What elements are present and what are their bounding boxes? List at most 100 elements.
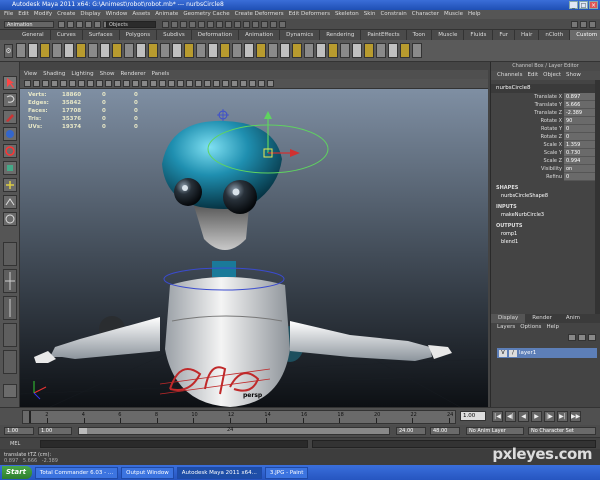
channel-box-scrollbar[interactable] xyxy=(595,80,600,314)
render-settings-icon[interactable] xyxy=(225,21,232,28)
panel-menu-lighting[interactable]: Lighting xyxy=(71,70,93,79)
menu-help[interactable]: Help xyxy=(468,10,481,19)
time-slider-track[interactable]: 2 4 6 8 10 12 14 16 18 20 22 24 xyxy=(22,410,456,424)
channel-attribute-row[interactable]: Translate Z -2.389 xyxy=(491,109,600,117)
channel-menu-object[interactable]: Object xyxy=(543,71,561,80)
shelf-button-icon[interactable] xyxy=(16,43,26,58)
inputs-node[interactable]: makeNurbCircle3 xyxy=(491,211,600,219)
character-set-select[interactable]: No Character Set xyxy=(528,427,596,435)
shelf-button-icon[interactable] xyxy=(340,43,350,58)
panel-toolbar-icon[interactable] xyxy=(42,80,49,87)
render-icon[interactable] xyxy=(207,21,214,28)
channel-attribute-value[interactable]: -2.389 xyxy=(564,109,598,117)
channel-menu-channels[interactable]: Channels xyxy=(497,71,522,80)
panel-toolbar-icon[interactable] xyxy=(177,80,184,87)
open-scene-icon[interactable] xyxy=(67,21,74,28)
snap-plane-icon[interactable] xyxy=(189,21,196,28)
go-to-start-icon[interactable]: |◀ xyxy=(492,411,503,422)
channel-menu-show[interactable]: Show xyxy=(566,71,581,80)
menu-display[interactable]: Display xyxy=(80,10,100,19)
manip-x-arrow[interactable] xyxy=(290,149,300,157)
shelf-tab-curves[interactable]: Curves xyxy=(51,30,83,40)
lasso-tool-icon[interactable] xyxy=(3,93,17,107)
panel-toolbar-icon[interactable] xyxy=(168,80,175,87)
shelf-tab-deformation[interactable]: Deformation xyxy=(192,30,240,40)
shelf-tab-muscle[interactable]: Muscle xyxy=(432,30,465,40)
layer-visibility-toggle[interactable]: V xyxy=(499,349,507,357)
channel-attribute-row[interactable]: Visibility on xyxy=(491,165,600,173)
command-language-label[interactable]: MEL xyxy=(10,441,20,447)
shelf-tab-dynamics[interactable]: Dynamics xyxy=(280,30,321,40)
range-grip[interactable] xyxy=(79,428,87,434)
select-object-icon[interactable] xyxy=(94,21,101,28)
panel-toolbar-icon[interactable] xyxy=(267,80,274,87)
shelf-button-icon[interactable] xyxy=(100,43,110,58)
shelf-tab-surfaces[interactable]: Surfaces xyxy=(83,30,120,40)
history-icon[interactable] xyxy=(198,21,205,28)
construction-history-icon[interactable] xyxy=(261,21,268,28)
shelf-button-icon[interactable] xyxy=(268,43,278,58)
snap-grid-icon[interactable] xyxy=(162,21,169,28)
layer-menu-options[interactable]: Options xyxy=(520,323,541,332)
panel-toolbar-icon[interactable] xyxy=(204,80,211,87)
layout-four-icon[interactable] xyxy=(3,269,17,293)
select-tool-icon[interactable] xyxy=(3,76,17,90)
move-tool-icon[interactable] xyxy=(3,127,17,141)
save-scene-icon[interactable] xyxy=(76,21,83,28)
panel-toolbar-icon[interactable] xyxy=(222,80,229,87)
layout-two-icon[interactable] xyxy=(3,296,17,320)
viewport-persp[interactable]: Verts: 18860 0 0 Edges: 35842 0 0 Faces: 17708 0 0 T… xyxy=(20,89,488,407)
menu-set-select[interactable]: Animation xyxy=(4,21,54,28)
playback-start-field[interactable]: 1.00 xyxy=(38,427,72,435)
panel-toolbar-icon[interactable] xyxy=(231,80,238,87)
taskbar-item[interactable]: 3.JPG - Paint xyxy=(264,466,309,479)
menu-character[interactable]: Character xyxy=(412,10,439,19)
outputs-node[interactable]: romp1 xyxy=(491,230,600,238)
panel-toolbar-icon[interactable] xyxy=(78,80,85,87)
ipr-render-icon[interactable] xyxy=(279,21,286,28)
rotate-tool-icon[interactable] xyxy=(3,144,17,158)
shelf-button-icon[interactable] xyxy=(172,43,182,58)
maximize-button[interactable]: □ xyxy=(579,1,588,9)
channel-attribute-value[interactable]: 0.730 xyxy=(564,149,598,157)
shelf-tab-polygons[interactable]: Polygons xyxy=(120,30,158,40)
panel-toolbar-icon[interactable] xyxy=(258,80,265,87)
menu-muscle[interactable]: Muscle xyxy=(444,10,463,19)
shelf-tab-hair[interactable]: Hair xyxy=(515,30,540,40)
layer-tab-anim[interactable]: Anim xyxy=(559,314,587,323)
shelf-button-icon[interactable] xyxy=(148,43,158,58)
attribute-editor-icon[interactable] xyxy=(571,21,578,28)
channel-box-icon[interactable] xyxy=(589,21,596,28)
shelf-button-icon[interactable] xyxy=(52,43,62,58)
layer-playback-toggle[interactable]: / xyxy=(509,349,517,357)
panel-toolbar-icon[interactable] xyxy=(141,80,148,87)
selection-mask-field[interactable]: Objects xyxy=(106,21,156,28)
channel-attribute-row[interactable]: Translate Y 5.666 xyxy=(491,101,600,109)
channel-attribute-value[interactable]: 0 xyxy=(564,133,598,141)
panel-toolbar-icon[interactable] xyxy=(60,80,67,87)
snap-curve-icon[interactable] xyxy=(171,21,178,28)
select-hierarchy-icon[interactable] xyxy=(85,21,92,28)
taskbar-item[interactable]: Output Window xyxy=(121,466,174,479)
shelf-tab-general[interactable]: General xyxy=(16,30,51,40)
panel-menu-view[interactable]: View xyxy=(24,70,37,79)
taskbar-item[interactable]: Total Commander 6.03 - ... xyxy=(34,466,119,479)
channel-attribute-value[interactable]: 0 xyxy=(564,125,598,133)
shelf-button-icon[interactable] xyxy=(88,43,98,58)
panel-toolbar-icon[interactable] xyxy=(150,80,157,87)
input-icon[interactable] xyxy=(243,21,250,28)
panel-toolbar-icon[interactable] xyxy=(51,80,58,87)
close-button[interactable]: × xyxy=(589,1,598,9)
layout-single-icon[interactable] xyxy=(3,242,17,266)
channel-attribute-row[interactable]: Scale X 1.359 xyxy=(491,141,600,149)
step-forward-frame-icon[interactable]: |▶ xyxy=(544,411,555,422)
panel-toolbar-icon[interactable] xyxy=(195,80,202,87)
tool-settings-icon[interactable] xyxy=(580,21,587,28)
taskbar-item[interactable]: Autodesk Maya 2011 x64... xyxy=(176,466,262,479)
panel-toolbar-icon[interactable] xyxy=(69,80,76,87)
shelf-tab-fur[interactable]: Fur xyxy=(493,30,516,40)
channel-menu-edit[interactable]: Edit xyxy=(527,71,538,80)
anim-end-field[interactable]: 48.00 xyxy=(430,427,460,435)
play-forward-icon[interactable]: ▶ xyxy=(531,411,542,422)
menu-create[interactable]: Create xyxy=(57,10,75,19)
